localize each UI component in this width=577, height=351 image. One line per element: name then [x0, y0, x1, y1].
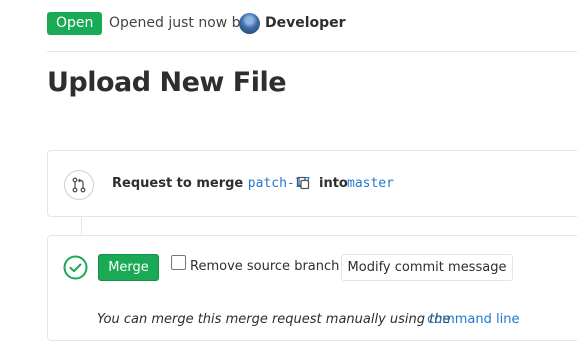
remove-source-branch-label[interactable]: Remove source branch [190, 259, 339, 274]
remove-source-branch-checkbox[interactable] [171, 255, 186, 270]
opened-text: Opened just now by [109, 15, 249, 31]
merge-request-icon [64, 170, 94, 200]
command-line-link[interactable]: command line [427, 312, 519, 327]
manual-merge-text: You can merge this merge request manuall… [97, 312, 451, 327]
status-badge: Open [47, 12, 103, 35]
author-link[interactable]: Developer [265, 15, 346, 31]
merge-button[interactable]: Merge [98, 254, 159, 281]
avatar[interactable] [239, 13, 260, 34]
modify-commit-message-button[interactable]: Modify commit message [341, 254, 513, 281]
page-title: Upload New File [47, 67, 287, 98]
panel-connector [81, 217, 82, 235]
header-divider [47, 51, 577, 52]
request-to-merge-label: Request to merge patch-17 [112, 176, 310, 191]
request-label-text: Request to merge [112, 176, 244, 191]
target-branch-link[interactable]: master [347, 176, 394, 191]
copy-icon[interactable] [296, 175, 310, 190]
into-label: into [319, 176, 348, 191]
check-circle-icon [63, 255, 88, 280]
